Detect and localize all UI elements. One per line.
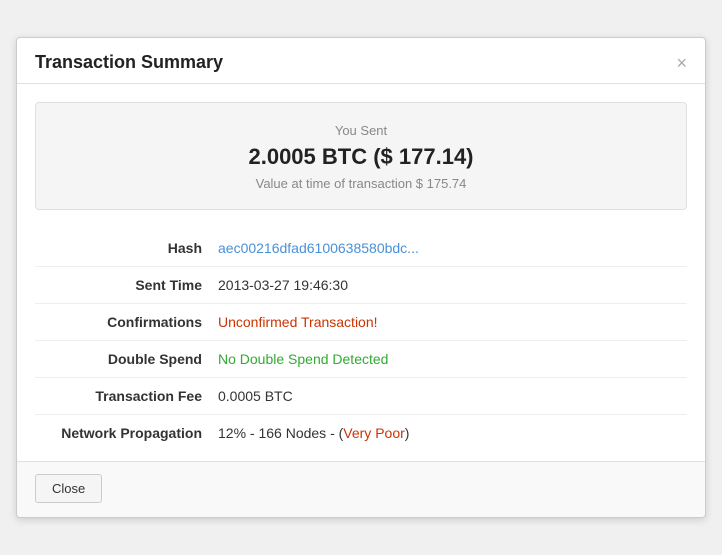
network-propagation-highlight: Very Poor	[343, 425, 404, 441]
details-table: Hash aec00216dfad6100638580bdc... Sent T…	[35, 230, 687, 451]
close-button[interactable]: Close	[35, 474, 102, 503]
hash-row: Hash aec00216dfad6100638580bdc...	[35, 230, 687, 267]
double-spend-value: No Double Spend Detected	[210, 341, 687, 378]
dialog-footer: Close	[17, 461, 705, 517]
hash-link[interactable]: aec00216dfad6100638580bdc...	[218, 240, 419, 256]
hash-value: aec00216dfad6100638580bdc...	[210, 230, 687, 267]
confirmations-label: Confirmations	[35, 304, 210, 341]
value-at-time: Value at time of transaction $ 175.74	[52, 176, 670, 191]
close-x-button[interactable]: ×	[676, 54, 687, 72]
transaction-fee-label: Transaction Fee	[35, 378, 210, 415]
dialog-body: You Sent 2.0005 BTC ($ 177.14) Value at …	[17, 84, 705, 461]
double-spend-label: Double Spend	[35, 341, 210, 378]
network-propagation-suffix: )	[405, 425, 410, 441]
sent-time-row: Sent Time 2013-03-27 19:46:30	[35, 267, 687, 304]
confirmations-row: Confirmations Unconfirmed Transaction!	[35, 304, 687, 341]
double-spend-row: Double Spend No Double Spend Detected	[35, 341, 687, 378]
amount-display: 2.0005 BTC ($ 177.14)	[52, 144, 670, 170]
transaction-summary-dialog: Transaction Summary × You Sent 2.0005 BT…	[16, 37, 706, 518]
summary-box: You Sent 2.0005 BTC ($ 177.14) Value at …	[35, 102, 687, 210]
transaction-fee-value: 0.0005 BTC	[210, 378, 687, 415]
dialog-title: Transaction Summary	[35, 52, 223, 73]
network-propagation-value: 12% - 166 Nodes - (Very Poor)	[210, 415, 687, 452]
network-propagation-row: Network Propagation 12% - 166 Nodes - (V…	[35, 415, 687, 452]
dialog-header: Transaction Summary ×	[17, 38, 705, 84]
hash-label: Hash	[35, 230, 210, 267]
network-propagation-label: Network Propagation	[35, 415, 210, 452]
sent-time-label: Sent Time	[35, 267, 210, 304]
network-propagation-prefix: 12% - 166 Nodes - (	[218, 425, 343, 441]
sent-time-value: 2013-03-27 19:46:30	[210, 267, 687, 304]
you-sent-label: You Sent	[52, 123, 670, 138]
confirmations-value: Unconfirmed Transaction!	[210, 304, 687, 341]
transaction-fee-row: Transaction Fee 0.0005 BTC	[35, 378, 687, 415]
